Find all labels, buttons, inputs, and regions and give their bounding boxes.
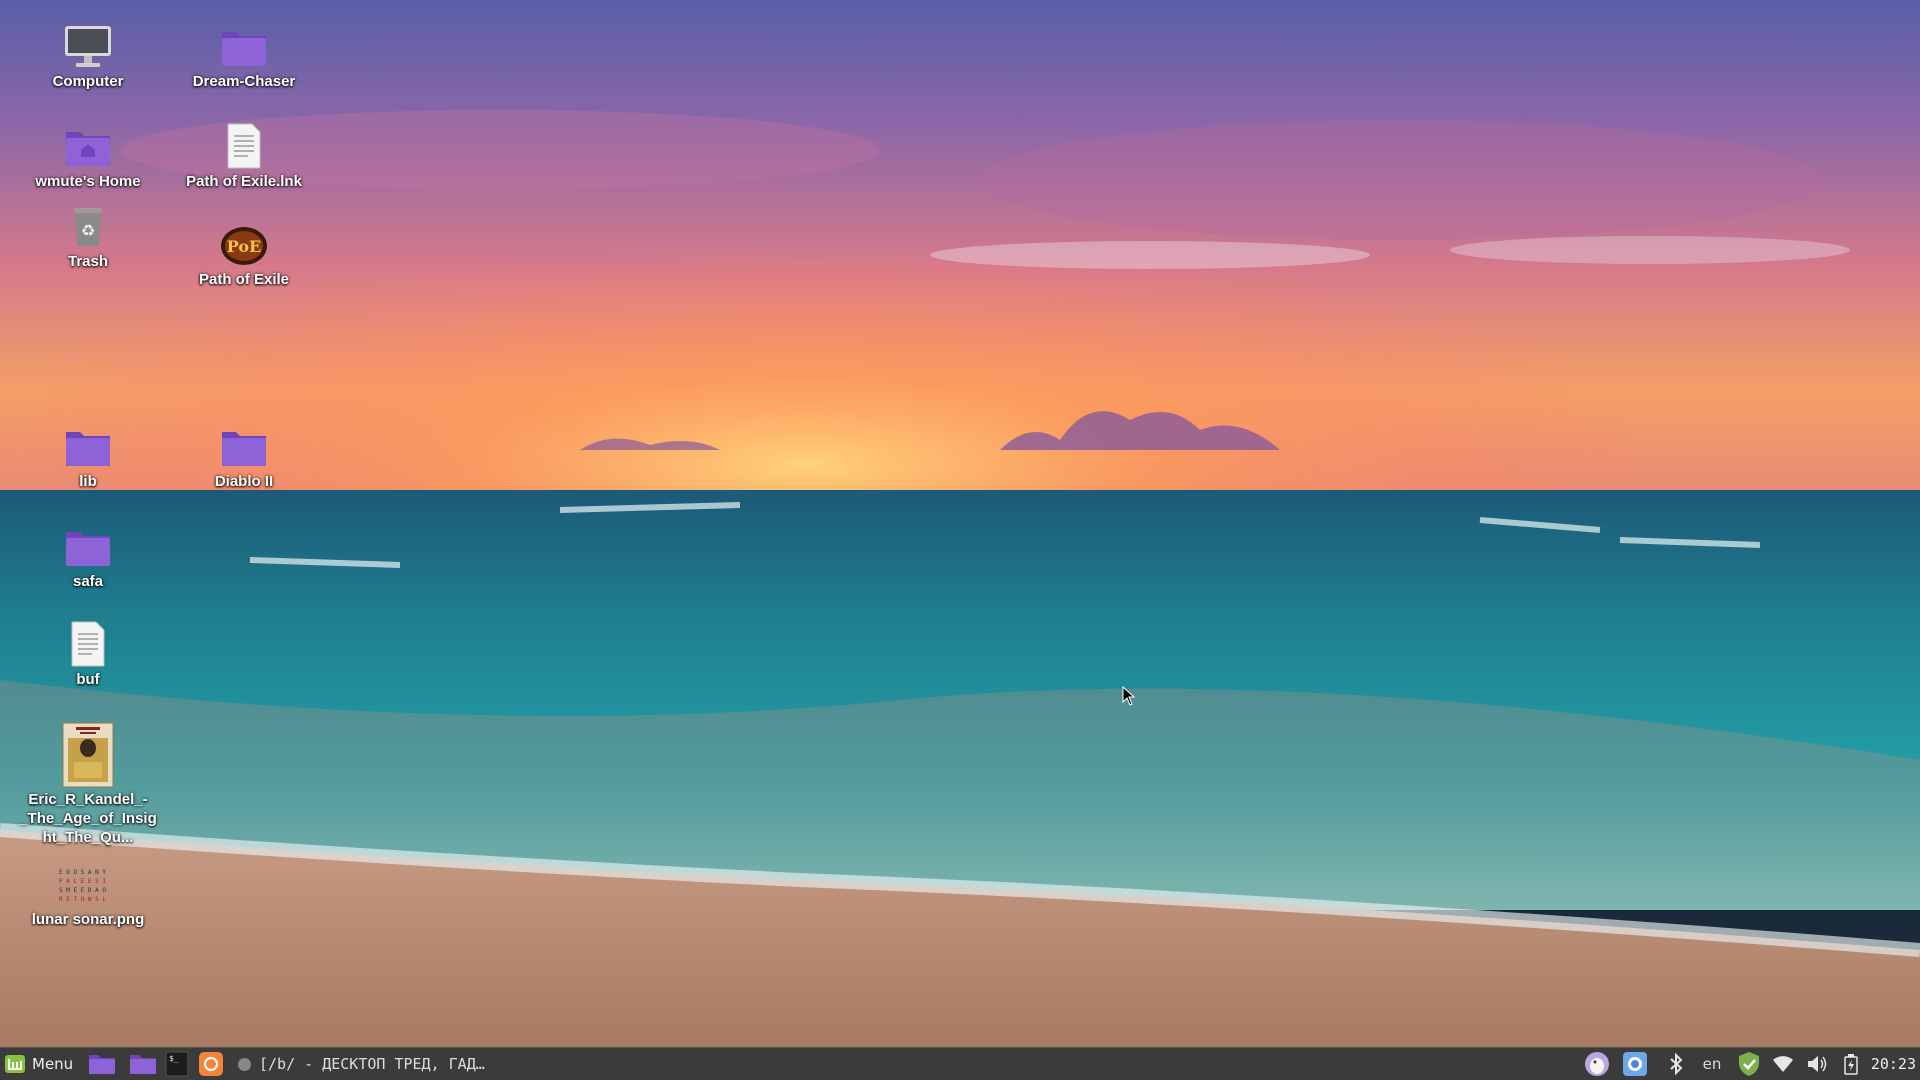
tray-power[interactable] (1838, 1048, 1864, 1080)
desktop-icon-label: Path of Exile (198, 271, 290, 288)
svg-text:PoE: PoE (227, 237, 261, 256)
desktop-icon-computer[interactable]: Computer (18, 24, 158, 91)
poe-game-icon: PoE (221, 227, 267, 265)
folder-icon (222, 432, 266, 466)
launcher-folder[interactable] (128, 1048, 158, 1080)
desktop-icon-lib[interactable]: lib (18, 424, 158, 491)
pidgin-icon (1585, 1052, 1609, 1076)
linux-mint-logo-icon (5, 1055, 25, 1073)
desktop-icon-poe-lnk[interactable]: Path of Exile.lnk (174, 122, 314, 191)
desktop-icon-buf[interactable]: buf (18, 620, 158, 689)
home-folder-icon (66, 132, 110, 166)
tray-keyboard-layout[interactable]: en (1694, 1048, 1730, 1080)
desktop-icon-label: Dream-Chaser (192, 73, 296, 90)
trash-icon: ♻ (74, 208, 102, 246)
desktop-icon-label: wmute's Home (35, 173, 141, 190)
svg-text:$_: $_ (169, 1054, 179, 1063)
desktop-icon-home[interactable]: wmute's Home (18, 124, 158, 191)
shield-check-icon (1739, 1052, 1759, 1076)
clock[interactable]: 20:23 (1871, 1048, 1916, 1080)
text-file-icon (71, 621, 105, 667)
desktop-icon-poe[interactable]: PoE Path of Exile (174, 224, 314, 289)
tray-pidgin[interactable] (1582, 1048, 1612, 1080)
taskbar: Menu $_ [/b/ - ДЕСКТОП ТРЕД, ГАД… en 20:… (0, 1047, 1920, 1080)
desktop-icon-trash[interactable]: ♻ Trash (18, 204, 158, 271)
svg-text:E O D S A N Y: E O D S A N Y (59, 869, 106, 876)
launcher-terminal[interactable]: $_ (162, 1048, 192, 1080)
mouse-pointer-icon (1122, 686, 1136, 706)
folder-icon (222, 32, 266, 66)
desktop-icon-label: lunar sonar.png (31, 911, 145, 928)
launcher-firefox[interactable] (196, 1048, 226, 1080)
keyboard-layout-label: en (1702, 1055, 1722, 1073)
tray-chromium[interactable] (1620, 1048, 1650, 1080)
window-app-icon (238, 1057, 251, 1071)
window-title: [/b/ - ДЕСКТОП ТРЕД, ГАД… (259, 1055, 485, 1073)
folder-icon (66, 432, 110, 466)
wifi-icon (1773, 1056, 1793, 1072)
desktop-icon-lunar-sonar[interactable]: E O D S A N Y P A L E E S I S M E E D A … (18, 866, 158, 929)
svg-text:P A L E E S I: P A L E E S I (59, 878, 106, 885)
launcher-files[interactable] (87, 1048, 117, 1080)
tray-bluetooth[interactable] (1662, 1048, 1690, 1080)
computer-icon (65, 26, 111, 67)
menu-label: Menu (32, 1055, 74, 1073)
svg-text:R E T O W S L: R E T O W S L (59, 896, 106, 903)
desktop-icon-diablo[interactable]: Diablo II (174, 424, 314, 491)
svg-text:S M E E D A O: S M E E D A O (59, 887, 106, 894)
desktop-icon-label: Trash (67, 253, 109, 270)
bluetooth-icon (1670, 1053, 1683, 1075)
desktop-icon-label: buf (76, 671, 100, 688)
image-thumbnail: E O D S A N Y P A L E E S I S M E E D A … (59, 869, 106, 903)
desktop-icon-label: lib (79, 473, 97, 490)
battery-icon (1844, 1054, 1858, 1075)
volume-icon (1808, 1056, 1827, 1072)
terminal-icon: $_ (165, 1051, 189, 1077)
firefox-icon (199, 1052, 223, 1076)
tray-update-manager[interactable] (1734, 1048, 1764, 1080)
desktop-icon-label: Eric_R_Kandel_-_The_Age_of_Insight_The_Q… (19, 791, 157, 846)
folder-icon (66, 532, 110, 566)
tray-volume[interactable] (1802, 1048, 1832, 1080)
desktop-icon-label: Diablo II (214, 473, 274, 490)
desktop-icon-safa[interactable]: safa (18, 524, 158, 591)
tray-network[interactable] (1768, 1048, 1798, 1080)
book-cover-thumbnail (62, 722, 114, 788)
desktop-icon-label: Path of Exile.lnk (186, 173, 302, 190)
svg-text:♻: ♻ (81, 221, 95, 240)
desktop-icon-kandel-book[interactable]: Eric_R_Kandel_-_The_Age_of_Insight_The_Q… (18, 722, 158, 847)
clock-time: 20:23 (1870, 1055, 1916, 1073)
start-menu-button[interactable]: Menu (4, 1048, 73, 1080)
folder-icon (89, 1055, 115, 1074)
folder-icon (130, 1055, 156, 1074)
desktop-icon-label: safa (72, 573, 104, 590)
chromium-icon (1623, 1052, 1647, 1076)
text-file-icon (227, 123, 261, 169)
desktop-icon-dream-chaser[interactable]: Dream-Chaser (174, 24, 314, 91)
desktop-icon-label: Computer (52, 73, 124, 90)
taskbar-window-button[interactable]: [/b/ - ДЕСКТОП ТРЕД, ГАД… (238, 1048, 485, 1080)
